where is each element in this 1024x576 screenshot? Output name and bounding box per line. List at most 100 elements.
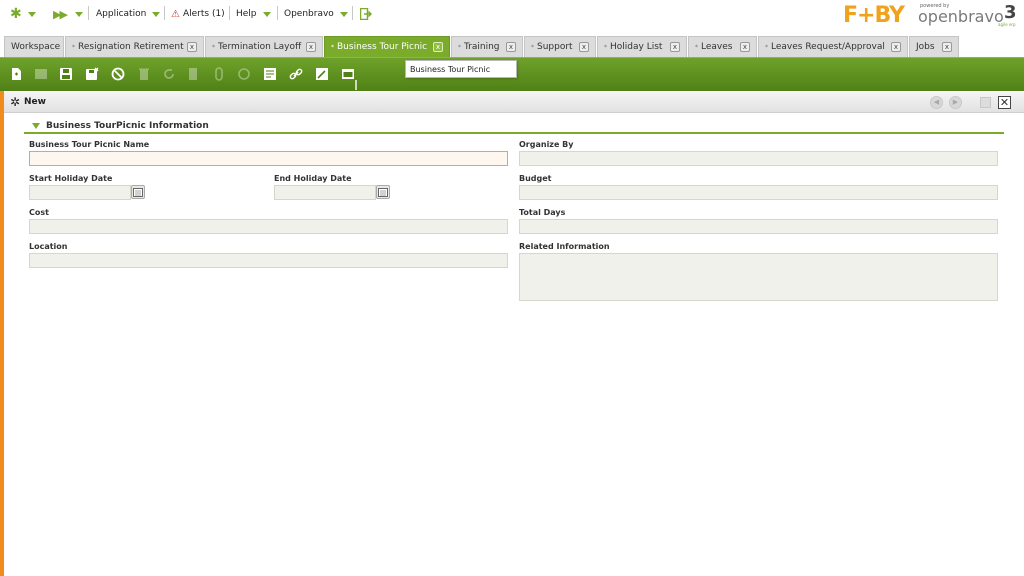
report-button[interactable] [262, 66, 278, 82]
cancel-circle-icon [111, 67, 125, 81]
modified-marker: * [72, 43, 75, 51]
cost-input[interactable] [29, 219, 508, 234]
application-menu-label: Application [96, 9, 147, 19]
tab-label: Resignation Retirement [78, 42, 184, 52]
export-button[interactable] [186, 66, 202, 82]
new-document-icon [12, 68, 21, 80]
close-icon[interactable]: x [740, 42, 750, 52]
window-icon [342, 69, 354, 79]
total-days-label: Total Days [519, 208, 566, 217]
next-record-button[interactable]: ▶ [949, 96, 962, 109]
close-icon[interactable]: x [187, 42, 197, 52]
alerts-link[interactable]: ⚠ Alerts (1) [171, 6, 225, 22]
quick-create-menu[interactable]: ▶▶ [53, 6, 83, 22]
openbravo-logo: powered by openbravo 3 agile erp [918, 2, 1020, 28]
tab-workspace[interactable]: Workspace [4, 36, 64, 57]
help-menu-label: Help [236, 9, 257, 19]
close-icon[interactable]: x [433, 42, 443, 52]
tab-label: Training [464, 42, 500, 52]
tab-leaves-request-approval[interactable]: * Leaves Request/Approval x [758, 36, 908, 57]
form-view-button[interactable] [340, 66, 356, 82]
location-input[interactable] [29, 253, 508, 268]
logout-button[interactable] [360, 6, 372, 22]
tab-resignation-retirement[interactable]: * Resignation Retirement x [65, 36, 204, 57]
tab-label: Termination Layoff [218, 42, 302, 52]
close-form-button[interactable]: ✕ [998, 96, 1011, 109]
close-icon[interactable]: x [891, 42, 901, 52]
attachment-button[interactable] [211, 66, 227, 82]
help-menu[interactable]: Help [236, 6, 271, 22]
close-icon[interactable]: x [306, 42, 316, 52]
organize-by-input[interactable] [519, 151, 998, 166]
modified-marker: * [331, 43, 334, 51]
star-icon: ✱ [10, 6, 22, 22]
maximize-button[interactable] [980, 97, 991, 108]
start-date-calendar-button[interactable] [131, 185, 145, 199]
link-icon [289, 68, 303, 80]
section-title: Business TourPicnic Information [46, 121, 209, 131]
modified-marker: * [458, 43, 461, 51]
cost-label: Cost [29, 208, 49, 217]
name-label: Business Tour Picnic Name [29, 140, 150, 149]
tab-training[interactable]: * Training x [451, 36, 523, 57]
tab-holiday-list[interactable]: * Holiday List x [597, 36, 687, 57]
tab-leaves[interactable]: * Leaves x [688, 36, 757, 57]
tools-icon [316, 68, 328, 80]
section-header[interactable]: Business TourPicnic Information [24, 120, 1004, 134]
new-row-button[interactable] [33, 66, 49, 82]
chevron-down-icon [339, 11, 348, 17]
save-button[interactable] [58, 66, 74, 82]
company-logo: F+BY [843, 2, 905, 28]
related-information-textarea[interactable] [519, 253, 998, 301]
tab-termination-layoff[interactable]: * Termination Layoff x [205, 36, 323, 57]
start-date-input[interactable] [29, 185, 131, 200]
audit-trail-button[interactable] [236, 66, 252, 82]
tab-jobs[interactable]: Jobs x [909, 36, 959, 57]
modified-marker: * [695, 43, 698, 51]
application-menu[interactable]: Application [96, 6, 161, 22]
refresh-button[interactable] [161, 66, 177, 82]
name-input[interactable] [29, 151, 508, 166]
close-icon[interactable]: x [579, 42, 589, 52]
left-accent-bar [0, 91, 4, 576]
end-date-calendar-button[interactable] [376, 185, 390, 199]
product-version: 3 [1004, 2, 1017, 23]
refresh-icon [164, 69, 174, 79]
delete-button[interactable] [136, 66, 152, 82]
tab-support[interactable]: * Support x [524, 36, 596, 57]
new-document-button[interactable] [8, 66, 24, 82]
previous-record-button[interactable]: ◀ [930, 96, 943, 109]
close-icon[interactable]: x [506, 42, 516, 52]
modified-marker: * [604, 43, 607, 51]
modified-marker: * [765, 43, 768, 51]
chevron-down-icon [262, 11, 271, 17]
budget-input[interactable] [519, 185, 998, 200]
quick-launch-menu[interactable]: ✱ [10, 6, 36, 22]
chevron-down-icon [152, 11, 161, 17]
fast-forward-icon: ▶▶ [53, 7, 68, 21]
close-icon[interactable]: x [942, 42, 952, 52]
product-name: openbravo [918, 7, 1004, 26]
warning-icon: ⚠ [171, 8, 180, 20]
total-days-input[interactable] [519, 219, 998, 234]
chevron-down-icon [74, 11, 83, 17]
tools-button[interactable] [314, 66, 330, 82]
grid-icon [35, 69, 47, 79]
tooltip: Business Tour Picnic [405, 60, 517, 78]
tab-business-tour-picnic[interactable]: * Business Tour Picnic x [324, 36, 450, 57]
export-icon [189, 68, 197, 80]
calendar-icon [378, 187, 388, 197]
record-status-bar: ✲ New ◀ ▶ ✕ [4, 92, 1024, 113]
close-icon[interactable]: x [670, 42, 680, 52]
save-close-button[interactable] [84, 66, 100, 82]
undo-button[interactable] [110, 66, 126, 82]
modified-marker: * [212, 43, 215, 51]
start-date-label: Start Holiday Date [29, 174, 113, 183]
alerts-label: Alerts (1) [182, 9, 225, 19]
new-record-icon: ✲ [10, 95, 21, 109]
link-button[interactable] [288, 66, 304, 82]
modified-marker: * [531, 43, 534, 51]
user-menu[interactable]: Openbravo [284, 6, 348, 22]
top-navigation-bar: ✱ ▶▶ Application ⚠ Alerts (1) Help Openb… [0, 0, 1024, 30]
end-date-input[interactable] [274, 185, 376, 200]
